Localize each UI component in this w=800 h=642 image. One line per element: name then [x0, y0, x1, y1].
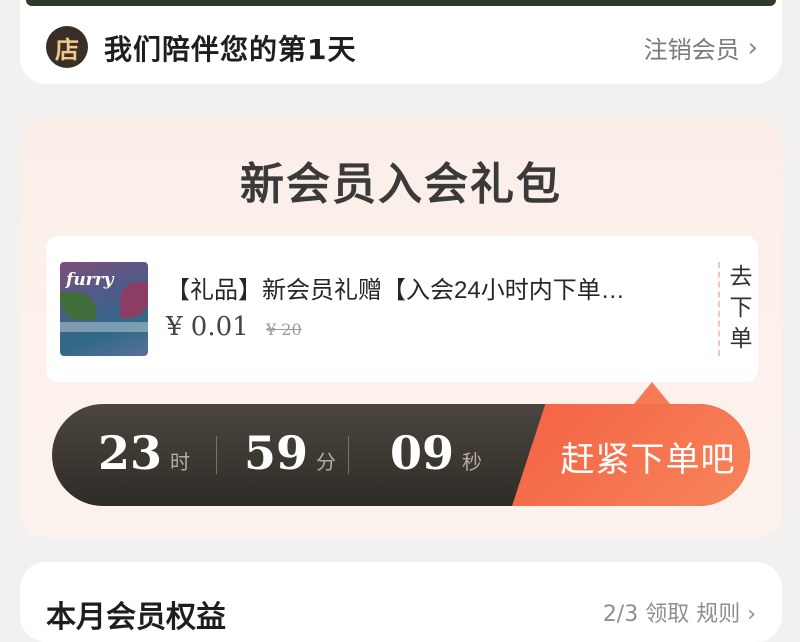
thumbnail-decor — [120, 282, 148, 318]
product-original-price: ¥ 20 — [266, 320, 302, 339]
cancel-membership-label: 注销会员 — [643, 36, 740, 64]
go-order-button[interactable]: 去下单 — [726, 262, 756, 355]
countdown-minutes: 59 分 — [244, 426, 336, 480]
countdown-bar: 23 时 59 分 09 秒 赶紧下单吧 — [52, 404, 750, 506]
countdown-minutes-unit: 分 — [316, 450, 337, 474]
countdown-hours-unit: 时 — [170, 450, 191, 474]
store-icon: 店 — [46, 26, 88, 68]
companion-days-text: 我们陪伴您的第1天 — [104, 33, 357, 66]
hurry-order-label[interactable]: 赶紧下单吧 — [548, 432, 748, 481]
cancel-membership-link[interactable]: 注销会员 › — [644, 30, 758, 65]
member-benefits-card: 本月会员权益 2/3 领取 规则 › — [20, 562, 782, 642]
product-name[interactable]: 【礼品】新会员礼赠【入会24小时内下单… — [166, 270, 714, 305]
countdown-seconds: 09 秒 — [390, 426, 482, 480]
countdown-separator — [348, 436, 349, 474]
countdown-separator — [216, 436, 217, 474]
benefits-title: 本月会员权益 — [46, 600, 226, 635]
pointer-arrow — [634, 382, 670, 404]
dashed-divider — [718, 262, 720, 356]
product-brand-logo: furry — [66, 270, 114, 290]
countdown-hours: 23 时 — [98, 426, 190, 480]
header-strip — [26, 0, 776, 6]
gift-product-card[interactable]: furry 【礼品】新会员礼赠【入会24小时内下单… ¥ 0.01 ¥ 20 去… — [46, 236, 758, 382]
thumbnail-decor — [60, 322, 148, 332]
chevron-right-icon: › — [747, 32, 758, 63]
product-thumbnail[interactable]: furry — [60, 262, 148, 356]
new-member-gift-card: 新会员入会礼包 furry 【礼品】新会员礼赠【入会24小时内下单… ¥ 0.0… — [20, 118, 782, 538]
gift-pack-title: 新会员入会礼包 — [240, 159, 562, 210]
thumbnail-decor — [60, 292, 96, 320]
product-price: ¥ 0.01 — [166, 312, 249, 342]
countdown-seconds-unit: 秒 — [462, 450, 483, 474]
benefits-claim-link[interactable]: 2/3 领取 规则 › — [603, 596, 756, 628]
countdown-minutes-value: 59 — [244, 426, 309, 480]
membership-card: 店 我们陪伴您的第1天 注销会员 › — [20, 0, 782, 84]
countdown-seconds-value: 09 — [390, 426, 455, 480]
countdown-hours-value: 23 — [98, 426, 163, 480]
